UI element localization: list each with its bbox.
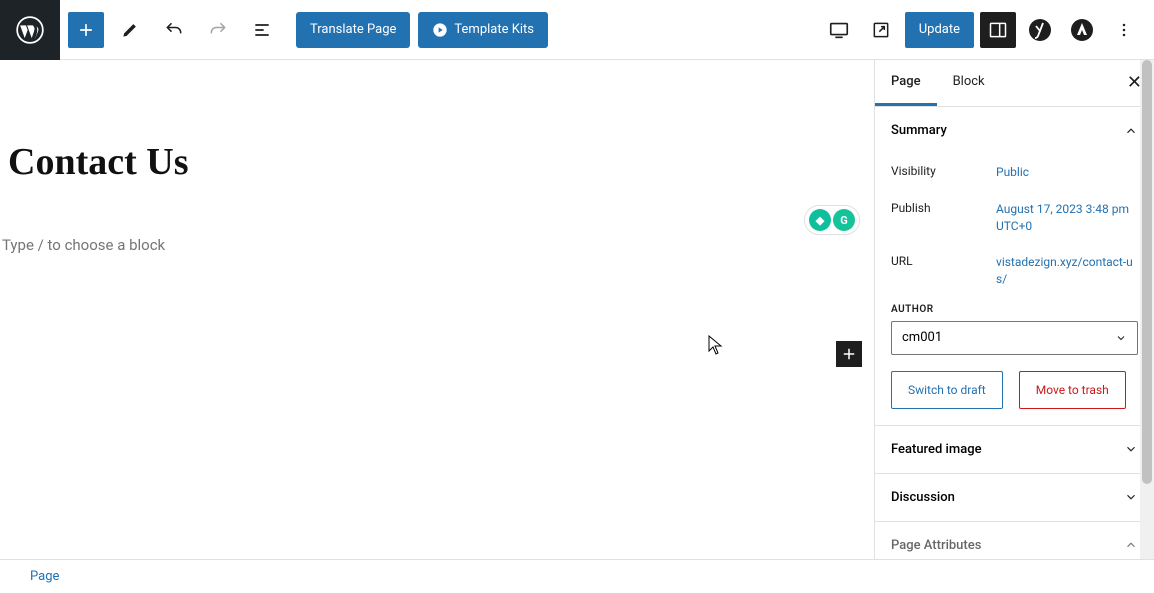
settings-sidebar: Page Block ✕ Summary Visibility Public P… (874, 60, 1154, 559)
settings-panel-toggle[interactable] (980, 12, 1016, 48)
scrollbar-thumb[interactable] (1142, 60, 1152, 484)
visibility-value[interactable]: Public (996, 164, 1138, 181)
summary-header[interactable]: Summary (875, 107, 1154, 154)
page-title[interactable]: Contact Us (0, 60, 874, 184)
yoast-icon[interactable] (1022, 12, 1058, 48)
undo-button[interactable] (156, 12, 192, 48)
preview-external-button[interactable] (863, 12, 899, 48)
chevron-down-icon (1124, 490, 1138, 504)
footer-breadcrumb: Page (0, 559, 1154, 593)
astra-icon[interactable] (1064, 12, 1100, 48)
editor-area: Contact Us Type / to choose a block ◆ G (0, 60, 874, 559)
visibility-label: Visibility (891, 164, 996, 181)
edit-tool-button[interactable] (112, 12, 148, 48)
publish-label: Publish (891, 201, 996, 235)
wordpress-logo[interactable] (0, 0, 60, 60)
desktop-view-button[interactable] (821, 12, 857, 48)
summary-title: Summary (891, 123, 947, 138)
publish-row: Publish August 17, 2023 3:48 pm UTC+0 (891, 191, 1138, 245)
topbar-right: Update (821, 12, 1154, 48)
author-label: AUTHOR (891, 298, 1138, 321)
shield-icon: ◆ (809, 209, 831, 231)
scrollbar[interactable] (1140, 60, 1154, 559)
page-attributes-title: Page Attributes (891, 538, 981, 553)
url-row: URL vistadezign.xyz/contact-us/ (891, 244, 1138, 298)
author-select[interactable]: cm001 (891, 321, 1138, 355)
tab-page[interactable]: Page (875, 60, 937, 106)
block-placeholder[interactable]: Type / to choose a block (0, 184, 874, 254)
publish-value[interactable]: August 17, 2023 3:48 pm UTC+0 (996, 201, 1138, 235)
featured-image-title: Featured image (891, 442, 982, 457)
translate-label: Translate Page (310, 22, 396, 37)
sidebar-tabs: Page Block ✕ (875, 60, 1154, 107)
switch-to-draft-button[interactable]: Switch to draft (891, 371, 1003, 409)
add-block-button[interactable] (68, 12, 104, 48)
toolbar-tools (60, 12, 288, 48)
redo-button[interactable] (200, 12, 236, 48)
discussion-header[interactable]: Discussion (875, 474, 1154, 521)
document-overview-button[interactable] (244, 12, 280, 48)
discussion-title: Discussion (891, 490, 955, 505)
breadcrumb-page[interactable]: Page (30, 569, 59, 584)
topbar-left: Translate Page Template Kits (0, 0, 556, 59)
topbar: Translate Page Template Kits Update (0, 0, 1154, 60)
chevron-down-icon (1124, 442, 1138, 456)
grammarly-widget[interactable]: ◆ G (804, 205, 860, 235)
page-attributes-panel: Page Attributes (875, 522, 1154, 559)
url-label: URL (891, 254, 996, 288)
mouse-cursor-icon (708, 335, 724, 355)
visibility-row: Visibility Public (891, 154, 1138, 191)
discussion-panel: Discussion (875, 474, 1154, 522)
toolbar-actions: Translate Page Template Kits (288, 12, 556, 48)
summary-actions: Switch to draft Move to trash (891, 355, 1138, 409)
chevron-up-icon (1124, 538, 1138, 552)
chevron-up-icon (1124, 124, 1138, 138)
summary-panel: Summary Visibility Public Publish August… (875, 107, 1154, 426)
add-block-inline-button[interactable] (836, 341, 862, 367)
update-label: Update (919, 22, 960, 37)
template-kits-label: Template Kits (454, 22, 534, 37)
tab-block[interactable]: Block (937, 60, 1001, 106)
main: Contact Us Type / to choose a block ◆ G … (0, 60, 1154, 559)
author-value: cm001 (902, 330, 942, 345)
url-value[interactable]: vistadezign.xyz/contact-us/ (996, 254, 1138, 288)
more-options-button[interactable] (1106, 12, 1142, 48)
featured-image-panel: Featured image (875, 426, 1154, 474)
page-attributes-header[interactable]: Page Attributes (875, 522, 1154, 559)
summary-body: Visibility Public Publish August 17, 202… (875, 154, 1154, 425)
move-to-trash-button[interactable]: Move to trash (1019, 371, 1126, 409)
translate-page-button[interactable]: Translate Page (296, 12, 410, 48)
update-button[interactable]: Update (905, 12, 974, 48)
chevron-down-icon (1115, 332, 1127, 344)
featured-image-header[interactable]: Featured image (875, 426, 1154, 473)
template-kits-button[interactable]: Template Kits (418, 12, 548, 48)
grammarly-icon: G (833, 209, 855, 231)
